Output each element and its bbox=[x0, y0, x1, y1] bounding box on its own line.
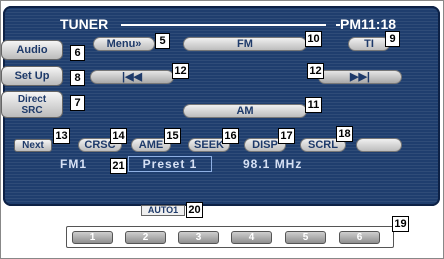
preset-2-button[interactable]: 2 bbox=[125, 231, 166, 244]
ti-button[interactable]: TI bbox=[348, 37, 390, 51]
callout-9: 9 bbox=[385, 31, 400, 47]
callout-8: 8 bbox=[70, 70, 85, 86]
preset-5-button[interactable]: 5 bbox=[285, 231, 326, 244]
callout-10: 10 bbox=[305, 31, 322, 47]
callout-12-right: 12 bbox=[307, 63, 324, 79]
callout-17: 17 bbox=[278, 128, 295, 144]
preset-3-button[interactable]: 3 bbox=[178, 231, 219, 244]
audio-button[interactable]: Audio bbox=[1, 40, 63, 60]
callout-13: 13 bbox=[53, 128, 70, 144]
blank-function-button[interactable] bbox=[356, 138, 402, 152]
direct-src-button[interactable]: Direct SRC bbox=[1, 91, 63, 118]
next-button[interactable]: Next bbox=[14, 139, 52, 152]
callout-7: 7 bbox=[70, 95, 85, 111]
band-indicator: FM1 bbox=[60, 157, 87, 171]
callout-14: 14 bbox=[110, 128, 127, 144]
header-rule bbox=[121, 24, 326, 26]
seek-next-button[interactable]: ▶▶| bbox=[318, 70, 402, 84]
preset-4-button[interactable]: 4 bbox=[231, 231, 272, 244]
band-am-button[interactable]: AM bbox=[183, 104, 307, 118]
callout-5: 5 bbox=[155, 33, 170, 49]
screen-title: TUNER bbox=[60, 16, 109, 32]
direct-label: Direct bbox=[17, 94, 47, 105]
preset-1-button[interactable]: 1 bbox=[72, 231, 113, 244]
band-fm-button[interactable]: FM bbox=[183, 37, 307, 51]
preset-name: Preset 1 bbox=[128, 156, 212, 172]
seek-prev-button[interactable]: |◀◀ bbox=[90, 70, 174, 84]
callout-19: 19 bbox=[392, 216, 409, 232]
header-rule-right bbox=[336, 24, 340, 26]
src-label: SRC bbox=[21, 105, 43, 116]
clock: PM11:18 bbox=[340, 16, 397, 32]
callout-11: 11 bbox=[305, 97, 322, 113]
callout-20: 20 bbox=[186, 202, 203, 218]
auto-indicator: AUTO1 bbox=[141, 205, 185, 216]
callout-6: 6 bbox=[70, 45, 85, 61]
callout-16: 16 bbox=[222, 128, 239, 144]
callout-12-left: 12 bbox=[172, 63, 189, 79]
frequency-readout: 98.1 MHz bbox=[243, 157, 303, 171]
menu-button[interactable]: Menu» bbox=[93, 37, 155, 51]
callout-15: 15 bbox=[164, 128, 181, 144]
preset-6-button[interactable]: 6 bbox=[339, 231, 380, 244]
setup-button[interactable]: Set Up bbox=[1, 66, 63, 86]
callout-21: 21 bbox=[110, 158, 127, 174]
callout-18: 18 bbox=[336, 126, 353, 142]
